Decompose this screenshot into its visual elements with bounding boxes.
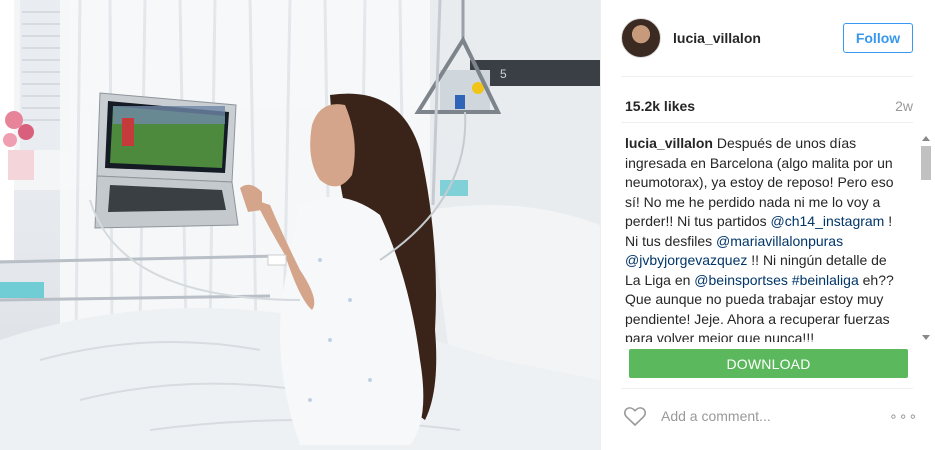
- header-username[interactable]: lucia_villalon: [673, 30, 843, 46]
- comment-divider: [621, 388, 913, 389]
- likes-divider: [621, 122, 913, 123]
- caption-scrollbar[interactable]: [919, 134, 933, 342]
- post-photo-illustration: 5: [0, 0, 600, 450]
- caption: lucia_villalon Después de unos días ingr…: [625, 134, 897, 342]
- mention-jvbyjorgevazquez[interactable]: @jvbyjorgevazquez: [625, 252, 747, 268]
- avatar[interactable]: [621, 18, 661, 58]
- post-photo[interactable]: 5: [0, 0, 600, 450]
- heart-icon[interactable]: [623, 405, 647, 427]
- likes-count[interactable]: 15.2k likes: [625, 98, 695, 114]
- post-sidebar: lucia_villalon Follow 15.2k likes 2w luc…: [600, 0, 935, 450]
- header-divider: [621, 76, 913, 77]
- caption-username[interactable]: lucia_villalon: [625, 135, 713, 151]
- comment-input[interactable]: [659, 407, 889, 425]
- laptop: [94, 92, 239, 229]
- download-button[interactable]: DOWNLOAD: [629, 349, 908, 378]
- svg-text:5: 5: [500, 67, 507, 81]
- scroll-down-arrow-icon[interactable]: [922, 335, 930, 340]
- follow-button[interactable]: Follow: [843, 23, 913, 53]
- more-options-icon[interactable]: ∘∘∘: [889, 408, 917, 425]
- mention-beinsportses[interactable]: @beinsportses: [694, 272, 788, 288]
- scroll-up-arrow-icon[interactable]: [922, 136, 930, 141]
- post-header: lucia_villalon Follow: [621, 16, 913, 60]
- hashtag-beinlaliga[interactable]: #beinlaliga: [792, 272, 859, 288]
- post-time[interactable]: 2w: [895, 98, 913, 114]
- mention-ch14[interactable]: @ch14_instagram: [771, 213, 885, 229]
- caption-container[interactable]: lucia_villalon Después de unos días ingr…: [625, 134, 917, 342]
- likes-row: 15.2k likes 2w: [625, 98, 913, 114]
- mention-mariavillalonpuras[interactable]: @mariavillalonpuras: [716, 233, 843, 249]
- comment-row: ∘∘∘: [623, 403, 917, 429]
- scroll-thumb[interactable]: [921, 146, 931, 180]
